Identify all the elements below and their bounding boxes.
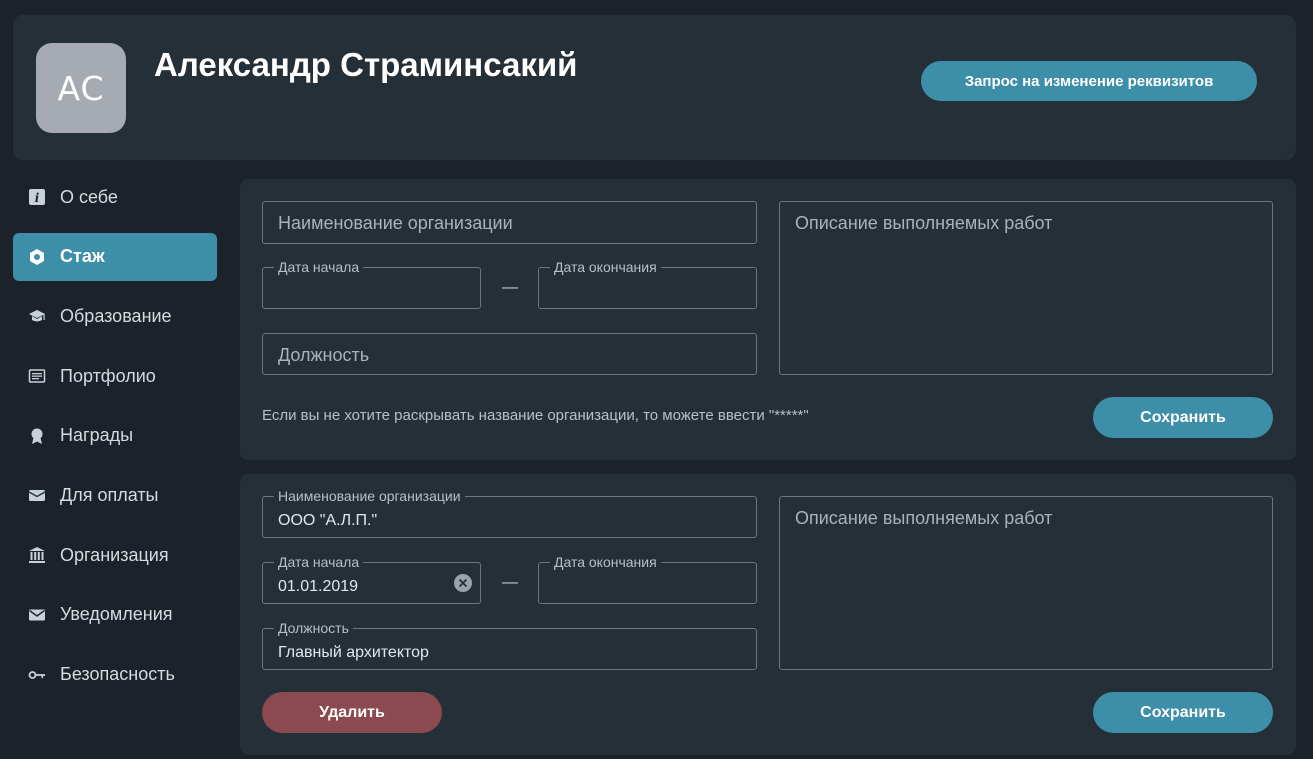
start-date-value: 01.01.2019 — [278, 578, 359, 595]
organization-name-input[interactable]: Наименование организации ООО "А.Л.П." — [262, 488, 757, 538]
sidebar-item-label: Уведомления — [60, 604, 173, 625]
avatar: AC — [36, 43, 126, 133]
svg-text:i: i — [35, 191, 40, 205]
key-icon — [27, 665, 47, 685]
sidebar-item-awards[interactable]: Награды — [13, 412, 217, 460]
anonymity-hint: Если вы не хотите раскрывать название ор… — [262, 407, 809, 424]
organization-name-value: ООО "А.Л.П." — [278, 512, 378, 529]
sidebar-item-security[interactable]: Безопасность — [13, 651, 217, 699]
experience-form-existing: Наименование организации ООО "А.Л.П." Да… — [240, 474, 1296, 755]
sidebar-item-label: Награды — [60, 425, 134, 446]
description-placeholder: Описание выполняемых работ — [795, 508, 1053, 528]
sidebar-item-experience[interactable]: Стаж — [13, 232, 217, 281]
sidebar-item-notifications[interactable]: Уведомления — [13, 591, 217, 639]
position-input[interactable]: Должность Главный архитектор — [262, 620, 757, 670]
start-date-label: Дата начала — [274, 554, 364, 570]
profile-header: AC Александр Страминсакий Запрос на изме… — [13, 15, 1296, 160]
save-button[interactable]: Сохранить — [1093, 692, 1273, 733]
position-label: Должность — [274, 620, 353, 636]
experience-form-new: Наименование организации Дата начала — Д… — [240, 179, 1296, 460]
graduation-cap-icon — [27, 306, 47, 326]
clear-icon[interactable] — [454, 574, 472, 592]
user-name: Александр Страминсакий — [154, 46, 578, 83]
position-value: Главный архитектор — [278, 644, 429, 661]
date-range-dash: — — [502, 574, 518, 591]
sidebar-item-label: Безопасность — [60, 664, 175, 684]
sidebar-item-label: Стаж — [60, 246, 105, 267]
sidebar-item-label: Для оплаты — [60, 484, 159, 505]
organization-name-placeholder: Наименование организации — [278, 213, 513, 233]
save-button[interactable]: Сохранить — [1093, 397, 1273, 438]
request-change-button[interactable]: Запрос на изменение реквизитов — [921, 61, 1257, 101]
delete-button[interactable]: Удалить — [262, 692, 442, 733]
document-icon — [27, 366, 47, 386]
sidebar-item-about[interactable]: i О себе — [13, 173, 217, 221]
sidebar-item-organization[interactable]: Организация — [13, 531, 217, 579]
sidebar-item-label: Портфолио — [60, 365, 156, 386]
wallet-icon — [27, 485, 47, 505]
award-icon — [27, 426, 47, 446]
info-icon: i — [27, 187, 47, 207]
description-textarea[interactable]: Описание выполняемых работ — [779, 496, 1273, 670]
hexagon-icon — [27, 247, 47, 267]
app-root: AC Александр Страминсакий Запрос на изме… — [0, 0, 1313, 759]
description-textarea[interactable]: Описание выполняемых работ — [779, 201, 1273, 375]
date-range-dash: — — [502, 279, 518, 296]
organization-name-label: Наименование организации — [274, 488, 465, 504]
start-date-label: Дата начала — [274, 259, 364, 275]
start-date-input[interactable]: Дата начала — [262, 259, 481, 309]
end-date-input[interactable]: Дата окончания — [538, 554, 757, 604]
position-input[interactable]: Должность — [262, 333, 757, 375]
start-date-input[interactable]: Дата начала 01.01.2019 — [262, 554, 481, 604]
sidebar-item-portfolio[interactable]: Портфолио — [13, 352, 217, 400]
end-date-label: Дата окончания — [550, 554, 661, 570]
end-date-label: Дата окончания — [550, 259, 661, 275]
sidebar-item-payment[interactable]: Для оплаты — [13, 471, 217, 519]
sidebar-item-label: О себе — [60, 186, 118, 207]
position-placeholder: Должность — [278, 345, 370, 365]
bank-icon — [27, 545, 47, 565]
sidebar-item-education[interactable]: Образование — [13, 292, 217, 340]
organization-name-input[interactable]: Наименование организации — [262, 201, 757, 244]
end-date-input[interactable]: Дата окончания — [538, 259, 757, 309]
description-placeholder: Описание выполняемых работ — [795, 213, 1053, 233]
sidebar-item-label: Образование — [60, 305, 172, 326]
envelope-icon — [27, 605, 47, 625]
sidebar: i О себе Стаж Образование Портфолио Нагр… — [13, 173, 217, 710]
sidebar-item-label: Организация — [60, 544, 169, 565]
